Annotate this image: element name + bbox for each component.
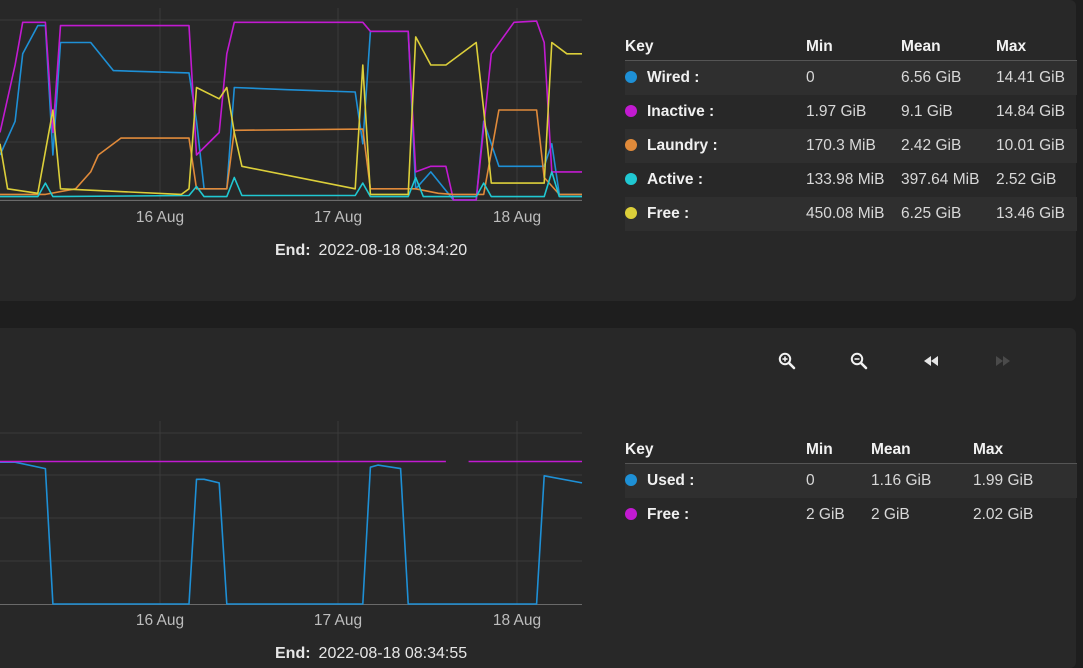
series-min: 1.97 GiB (806, 103, 867, 120)
legend-row: Free : 450.08 MiB 6.25 GiB 13.46 GiB (625, 197, 1077, 231)
series-color-dot (625, 207, 637, 219)
legend-row: Used : 0 1.16 GiB 1.99 GiB (625, 463, 1077, 498)
series-line-used (0, 461, 583, 605)
series-min: 0 (806, 60, 901, 95)
grid (0, 8, 582, 201)
series-min: 450.08 MiB (806, 197, 901, 231)
rewind-icon (924, 356, 938, 366)
series-name: Wired : (647, 69, 700, 86)
series-max: 13.46 GiB (996, 197, 1077, 231)
legend-max-header: Max (996, 34, 1077, 61)
series-color-dot (625, 105, 637, 117)
fast-forward-icon (996, 356, 1010, 366)
legend-row: Free : 2 GiB 2 GiB 2.02 GiB (625, 498, 1077, 532)
end-label: End: (275, 645, 311, 662)
series-color-dot (625, 508, 637, 520)
x-tick-label: 16 Aug (136, 209, 184, 226)
series-line-wired (0, 24, 582, 201)
series-color-dot (625, 139, 637, 151)
memory-legend: Key Min Mean Max Wired : 0 6.56 GiB 14.4… (625, 34, 1077, 231)
swap-legend: Key Min Mean Max Used : 0 1.16 GiB 1.99 … (625, 437, 1077, 532)
legend-row: Laundry : 170.3 MiB 2.42 GiB 10.01 GiB (625, 129, 1077, 163)
legend-row: Wired : 0 6.56 GiB 14.41 GiB (625, 60, 1077, 95)
swap-chart: g16 Aug17 Aug18 Aug (0, 421, 583, 629)
zoom-out-button[interactable] (842, 346, 876, 376)
series-max: 14.84 GiB (996, 103, 1065, 120)
rewind-button[interactable] (914, 346, 948, 376)
x-tick-label: 18 Aug (493, 209, 541, 226)
legend-mean-header: Mean (871, 437, 973, 464)
x-tick-label: 16 Aug (136, 612, 184, 629)
zoom-in-icon (778, 352, 796, 370)
series-name: Inactive : (647, 103, 715, 120)
memory-chart: g16 Aug17 Aug18 Aug (0, 8, 582, 226)
series-mean: 397.64 MiB (901, 171, 980, 188)
legend-min-header: Min (806, 437, 871, 464)
end-label: End: (275, 242, 311, 259)
series-max: 10.01 GiB (996, 129, 1077, 163)
series-mean: 6.25 GiB (901, 197, 996, 231)
series-name: Free : (647, 506, 690, 523)
series-name: Free : (647, 205, 690, 222)
series-min: 2 GiB (806, 506, 845, 523)
series-min: 133.98 MiB (806, 171, 885, 188)
series-max: 2.52 GiB (996, 171, 1057, 188)
series-line-free (0, 36, 582, 196)
legend-row: Active : 133.98 MiB 397.64 MiB 2.52 GiB (625, 163, 1077, 197)
x-tick-label: 17 Aug (314, 612, 362, 629)
memory-panel: g16 Aug17 Aug18 Aug End:2022-08-18 08:34… (0, 0, 1077, 301)
end-value: 2022-08-18 08:34:20 (318, 242, 468, 259)
series-color-dot (625, 71, 637, 83)
series-line-inactive (0, 20, 582, 201)
legend-row: Inactive : 1.97 GiB 9.1 GiB 14.84 GiB (625, 95, 1077, 129)
legend-max-header: Max (973, 437, 1077, 464)
series-mean: 9.1 GiB (901, 103, 953, 120)
series-name: Laundry : (647, 137, 718, 154)
legend-mean-header: Mean (901, 34, 996, 61)
series-name: Active : (647, 171, 703, 188)
series-mean: 2 GiB (871, 506, 910, 523)
series-min: 170.3 MiB (806, 129, 901, 163)
series-color-dot (625, 474, 637, 486)
series-mean: 6.56 GiB (901, 60, 996, 95)
legend-key-header: Key (625, 34, 806, 61)
swap-panel: g16 Aug17 Aug18 Aug End:2022-08-18 08:34… (0, 328, 1077, 668)
zoom-in-button[interactable] (770, 346, 804, 376)
x-tick-label: 18 Aug (493, 612, 541, 629)
series-mean: 1.16 GiB (871, 463, 973, 498)
legend-key-header: Key (625, 437, 806, 464)
end-value: 2022-08-18 08:34:55 (318, 645, 468, 662)
x-tick-label: 17 Aug (314, 209, 362, 226)
series-name: Used : (647, 472, 695, 489)
legend-min-header: Min (806, 34, 901, 61)
series-color-dot (625, 173, 637, 185)
series-max: 14.41 GiB (996, 60, 1077, 95)
end-timestamp: End: 2022-08-18 08:34:55 (275, 645, 467, 663)
zoom-out-icon (850, 352, 868, 370)
end-timestamp: End: 2022-08-18 08:34:20 (275, 242, 467, 260)
series-max: 2.02 GiB (973, 506, 1034, 523)
grid (0, 421, 582, 605)
fast-forward-button[interactable] (986, 346, 1020, 376)
series-min: 0 (806, 463, 871, 498)
series-max: 1.99 GiB (973, 463, 1077, 498)
series-mean: 2.42 GiB (901, 129, 996, 163)
